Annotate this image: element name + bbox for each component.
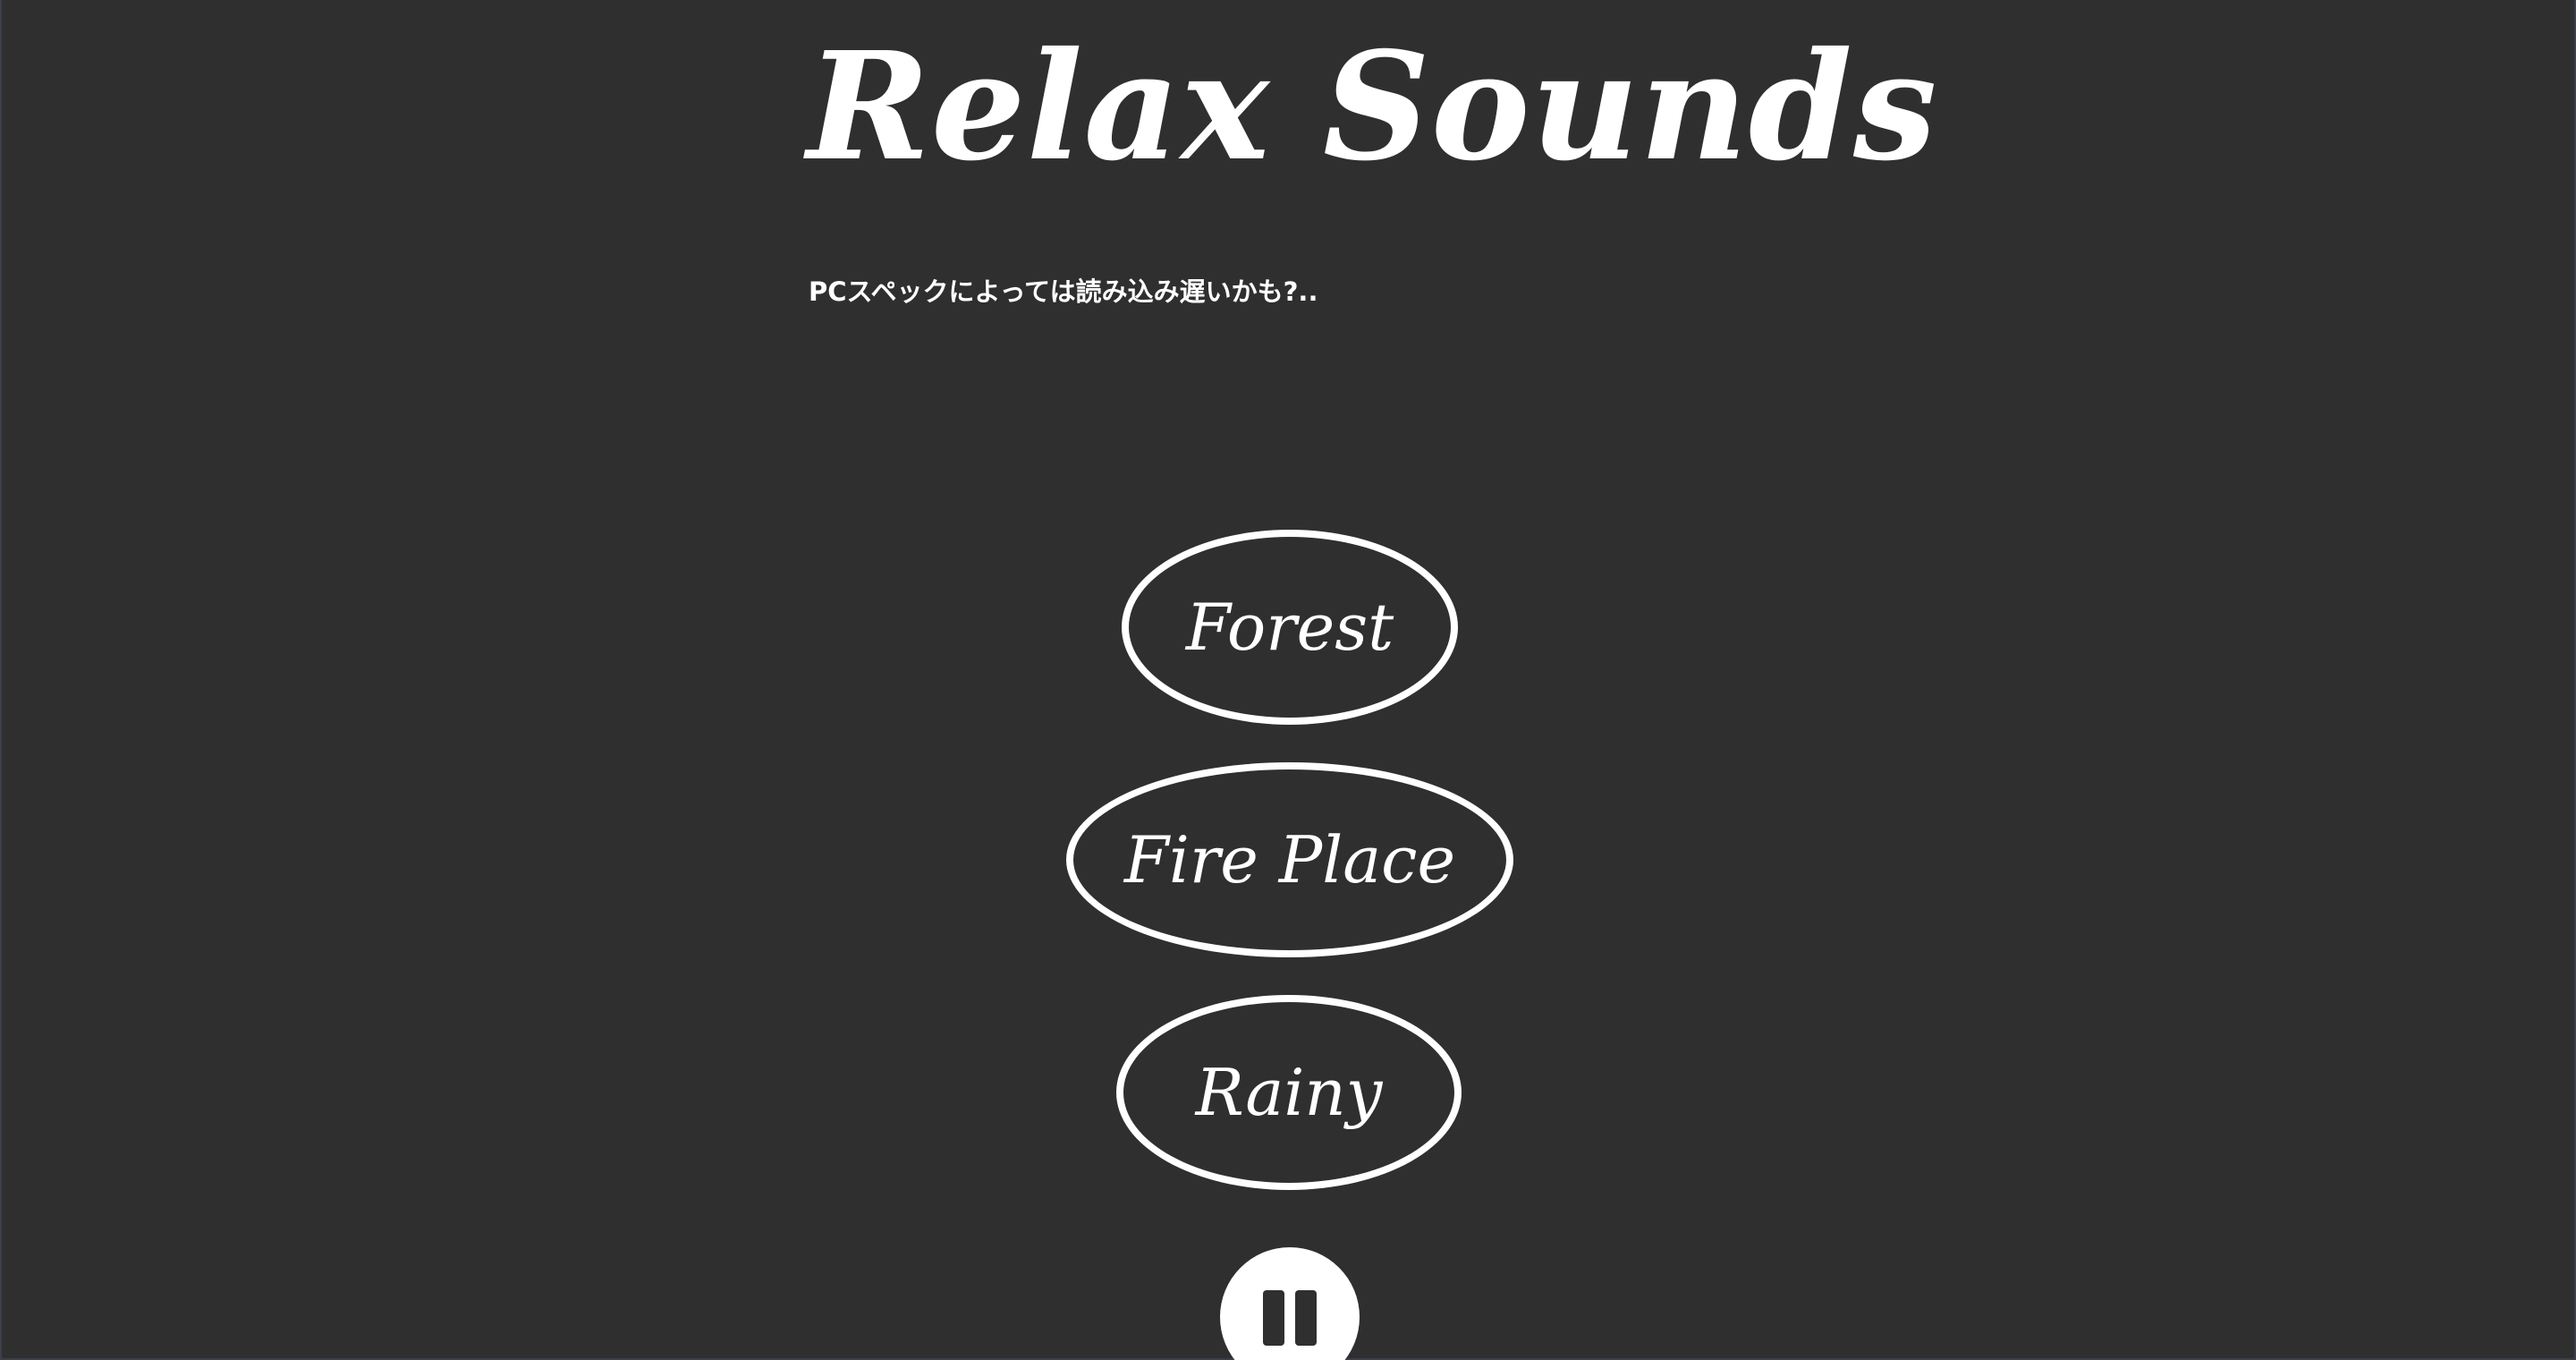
pause-button[interactable] [1220,1247,1360,1360]
page: Relax Sounds PCスペックによっては読み込み遅いかも?.. Fore… [0,0,2576,1360]
fire-place-button-label: Fire Place [1123,822,1456,897]
page-subtitle: PCスペックによっては読み込み遅いかも?.. [809,276,1318,307]
rainy-button[interactable]: Rainy [1116,995,1462,1190]
forest-button[interactable]: Forest [1122,530,1458,725]
forest-button-label: Forest [1185,590,1394,665]
rainy-button-label: Rainy [1195,1055,1383,1130]
fire-place-button[interactable]: Fire Place [1066,762,1513,957]
pause-icon-bar-left [1263,1290,1284,1346]
pause-icon-bar-right [1295,1290,1317,1346]
page-title: Relax Sounds [807,20,1938,194]
